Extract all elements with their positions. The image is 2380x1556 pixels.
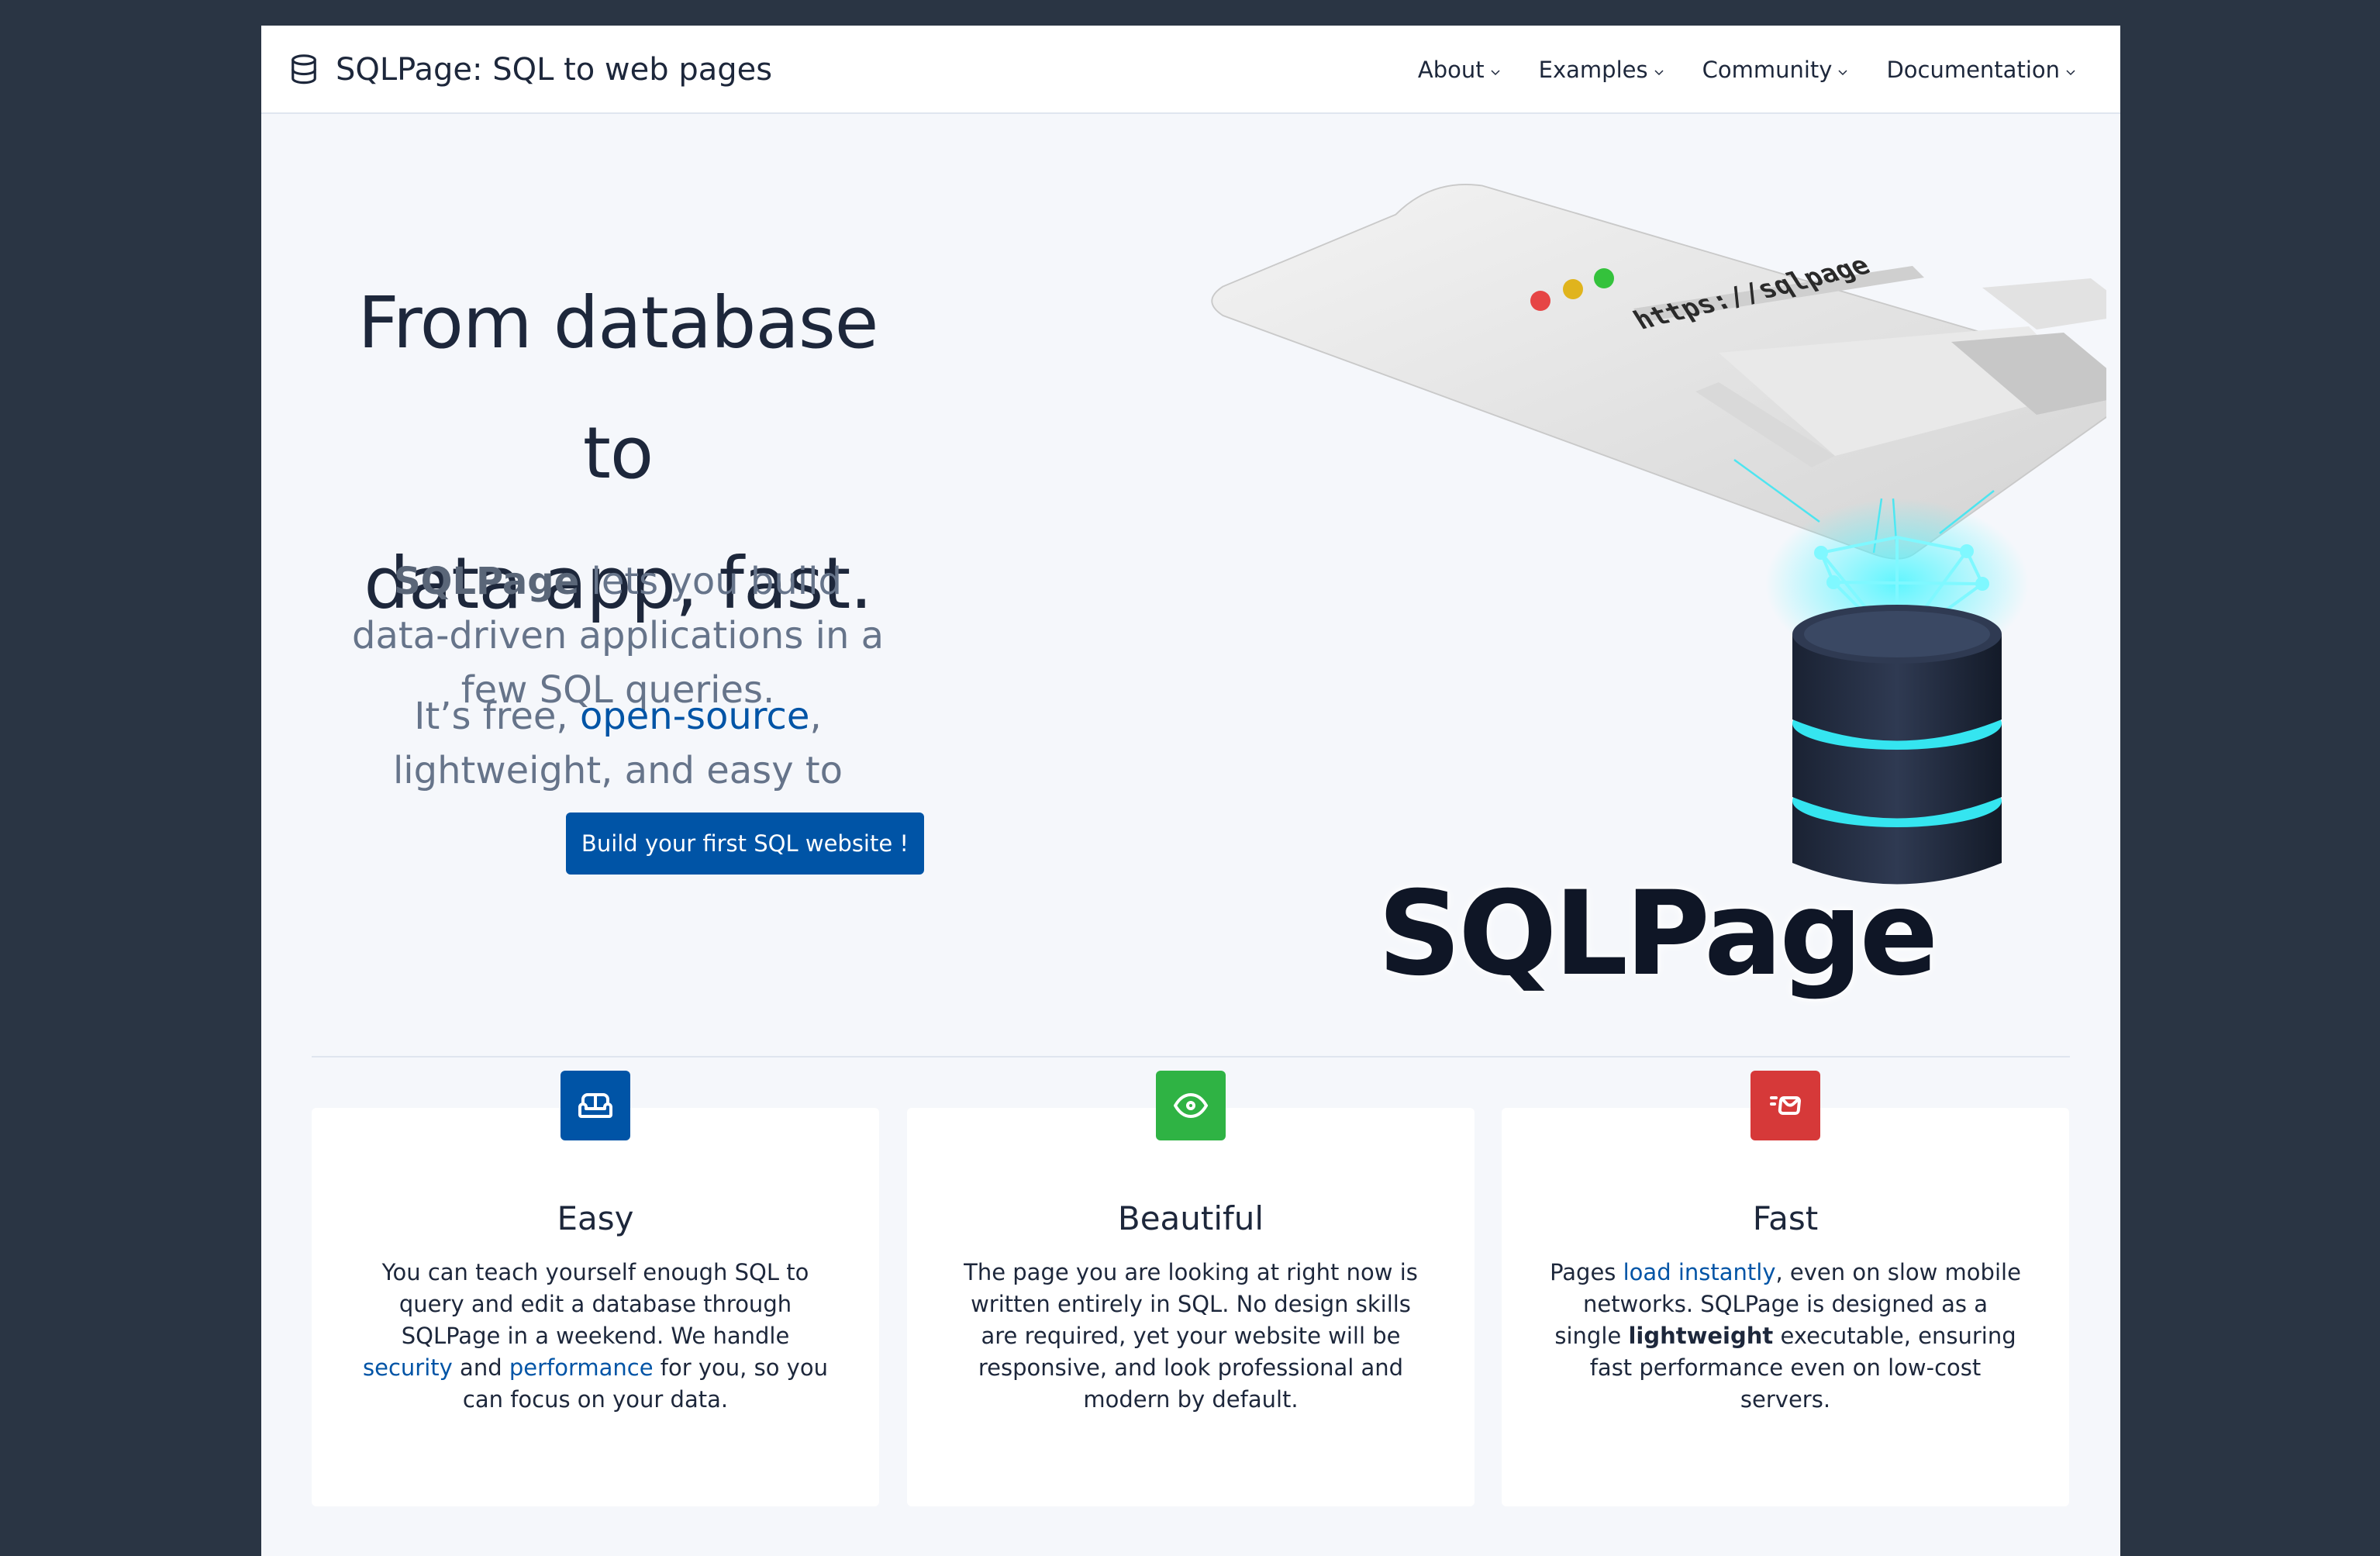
nav-community[interactable]: Community: [1702, 57, 1850, 83]
navbar: SQLPage: SQL to web pages About Examples…: [261, 26, 2120, 114]
hero-subtitle-bold: SQLPage: [394, 560, 580, 603]
nav-examples[interactable]: Examples: [1539, 57, 1665, 83]
feature-body: You can teach yourself enough SQL to que…: [358, 1257, 833, 1416]
build-first-website-button[interactable]: Build your first SQL website !: [566, 813, 924, 875]
feature-icon-easy: [561, 1071, 630, 1140]
chevron-down-icon: [1838, 70, 1847, 76]
feature-text: You can teach yourself enough SQL to que…: [381, 1259, 809, 1349]
performance-link[interactable]: performance: [509, 1354, 654, 1381]
feature-bold-text: lightweight: [1628, 1323, 1774, 1349]
sofa-icon: [578, 1093, 612, 1118]
brand-link[interactable]: SQLPage: SQL to web pages: [289, 49, 772, 91]
chevron-down-icon: [1654, 70, 1664, 76]
page-frame: SQLPage: SQL to web pages About Examples…: [261, 26, 2120, 1556]
security-link[interactable]: security: [363, 1354, 453, 1381]
feature-icon-beautiful: [1156, 1071, 1226, 1140]
divider: [312, 1056, 2070, 1057]
feature-card-beautiful: Beautiful The page you are looking at ri…: [907, 1108, 1475, 1506]
chevron-down-icon: [2066, 70, 2075, 76]
eye-icon: [1174, 1093, 1208, 1118]
feature-title: Beautiful: [1117, 1199, 1264, 1237]
database-stack-graphic: [1792, 605, 2002, 885]
feature-text: and: [452, 1354, 509, 1381]
nav-about[interactable]: About: [1418, 57, 1502, 83]
brand-title: SQLPage: SQL to web pages: [336, 52, 773, 88]
open-source-link[interactable]: open-source: [580, 695, 810, 738]
feature-card-easy: Easy You can teach yourself enough SQL t…: [312, 1108, 879, 1506]
nav-documentation-label: Documentation: [1886, 57, 2060, 83]
load-instantly-link[interactable]: load instantly: [1623, 1259, 1776, 1285]
database-icon: [291, 54, 316, 85]
hero-title-line-1: From database to: [357, 281, 879, 495]
feature-title: Easy: [557, 1199, 634, 1237]
feature-body: The page you are looking at right now is…: [964, 1259, 1418, 1413]
nav-examples-label: Examples: [1538, 57, 1648, 83]
browser-window-graphic: https://sqlpage: [1211, 184, 2106, 560]
feature-title: Fast: [1752, 1199, 1819, 1237]
mail-fast-icon: [1770, 1096, 1801, 1115]
nav-about-label: About: [1417, 57, 1485, 83]
chevron-down-icon: [1491, 70, 1500, 76]
hero-sub2-prefix: It’s free,: [414, 695, 580, 738]
nav-community-label: Community: [1702, 57, 1833, 83]
feature-body: Pages load instantly, even on slow mobil…: [1548, 1257, 2023, 1416]
main-nav: About Examples Community Documentation: [1418, 49, 2077, 91]
nav-documentation[interactable]: Documentation: [1886, 57, 2077, 83]
feature-icon-fast: [1751, 1071, 1820, 1140]
sqlpage-logo: SQLPage: [1378, 867, 1938, 1002]
feature-text: Pages: [1550, 1259, 1623, 1285]
feature-card-fast: Fast Pages load instantly, even on slow …: [1502, 1108, 2069, 1506]
